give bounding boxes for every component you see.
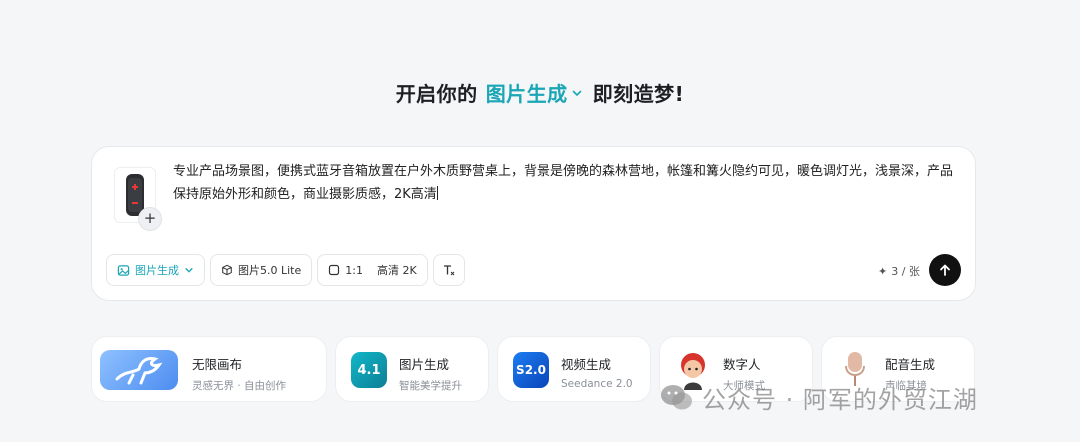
- pegasus-image: [100, 350, 178, 390]
- chevron-down-icon: [572, 90, 581, 96]
- prompt-text: 专业产品场景图，便携式蓝牙音箱放置在户外木质野营桌上，背景是傍晚的森林营地，帐篷…: [173, 164, 954, 202]
- mode-switcher[interactable]: 图片生成: [486, 78, 583, 107]
- model-select-label: 图片5.0 Lite: [238, 264, 302, 277]
- chevron-down-icon: [185, 268, 193, 273]
- image-icon: [117, 264, 130, 276]
- arrow-up-icon: [940, 264, 950, 276]
- sparkle-icon: ✦: [878, 264, 888, 278]
- card-subtitle: 智能美学提升: [399, 380, 462, 392]
- card-title: 配音生成: [885, 357, 936, 372]
- prompt-composer: + 专业产品场景图，便携式蓝牙音箱放置在户外木质野营桌上，背景是傍晚的森林营地，…: [91, 146, 976, 301]
- square-ratio-icon: [329, 264, 340, 276]
- headline-suffix: 即刻造梦!: [592, 82, 685, 106]
- card-infinite-canvas[interactable]: 无限画布 灵感无界 · 自由创作: [91, 336, 327, 402]
- model-select-button[interactable]: 图片5.0 Lite: [210, 254, 313, 286]
- text-format-icon: [443, 265, 455, 276]
- card-video-generation[interactable]: S2.0 视频生成 Seedance 2.0: [497, 336, 651, 402]
- mode-select-button[interactable]: 图片生成: [106, 254, 205, 286]
- card-title: 图片生成: [399, 357, 450, 372]
- composer-toolbar: 图片生成 图片5.0 Lite 1:1 高清 2K: [106, 254, 465, 286]
- credit-cost-label: 3 / 张: [891, 265, 920, 278]
- quality-label: 高清 2K: [376, 264, 417, 277]
- card-title: 数字人: [723, 357, 761, 372]
- image-gen-badge: 4.1: [351, 352, 387, 388]
- mode-switcher-label: 图片生成: [485, 82, 568, 106]
- card-title: 视频生成: [561, 357, 612, 372]
- page-headline: 开启你的 图片生成 即刻造梦!: [0, 78, 1080, 107]
- watermark: 公众号 · 阿军的外贸江湖: [660, 380, 978, 415]
- prompt-input[interactable]: 专业产品场景图，便携式蓝牙音箱放置在户外木质野营桌上，背景是傍晚的森林营地，帐篷…: [173, 160, 963, 206]
- card-image-generation[interactable]: 4.1 图片生成 智能美学提升: [335, 336, 489, 402]
- pegasus-icon: [115, 357, 163, 385]
- add-reference-button[interactable]: +: [138, 207, 162, 231]
- mode-select-label: 图片生成: [135, 264, 179, 277]
- text-format-button[interactable]: [432, 254, 465, 286]
- credit-cost: ✦ 3 / 张: [878, 263, 920, 279]
- ratio-quality-button[interactable]: 1:1 高清 2K: [317, 254, 428, 286]
- wechat-icon: [661, 384, 692, 409]
- text-caret: [436, 186, 438, 200]
- card-subtitle: 灵感无界 · 自由创作: [192, 380, 287, 392]
- send-button[interactable]: [929, 254, 961, 286]
- cube-icon: [222, 264, 232, 276]
- card-title: 无限画布: [192, 357, 243, 372]
- watermark-text: 公众号 · 阿军的外贸江湖: [702, 386, 978, 414]
- video-gen-badge: S2.0: [513, 352, 549, 388]
- ratio-label: 1:1: [345, 263, 363, 277]
- card-subtitle: Seedance 2.0: [561, 378, 633, 390]
- headline-prefix: 开启你的: [395, 82, 478, 106]
